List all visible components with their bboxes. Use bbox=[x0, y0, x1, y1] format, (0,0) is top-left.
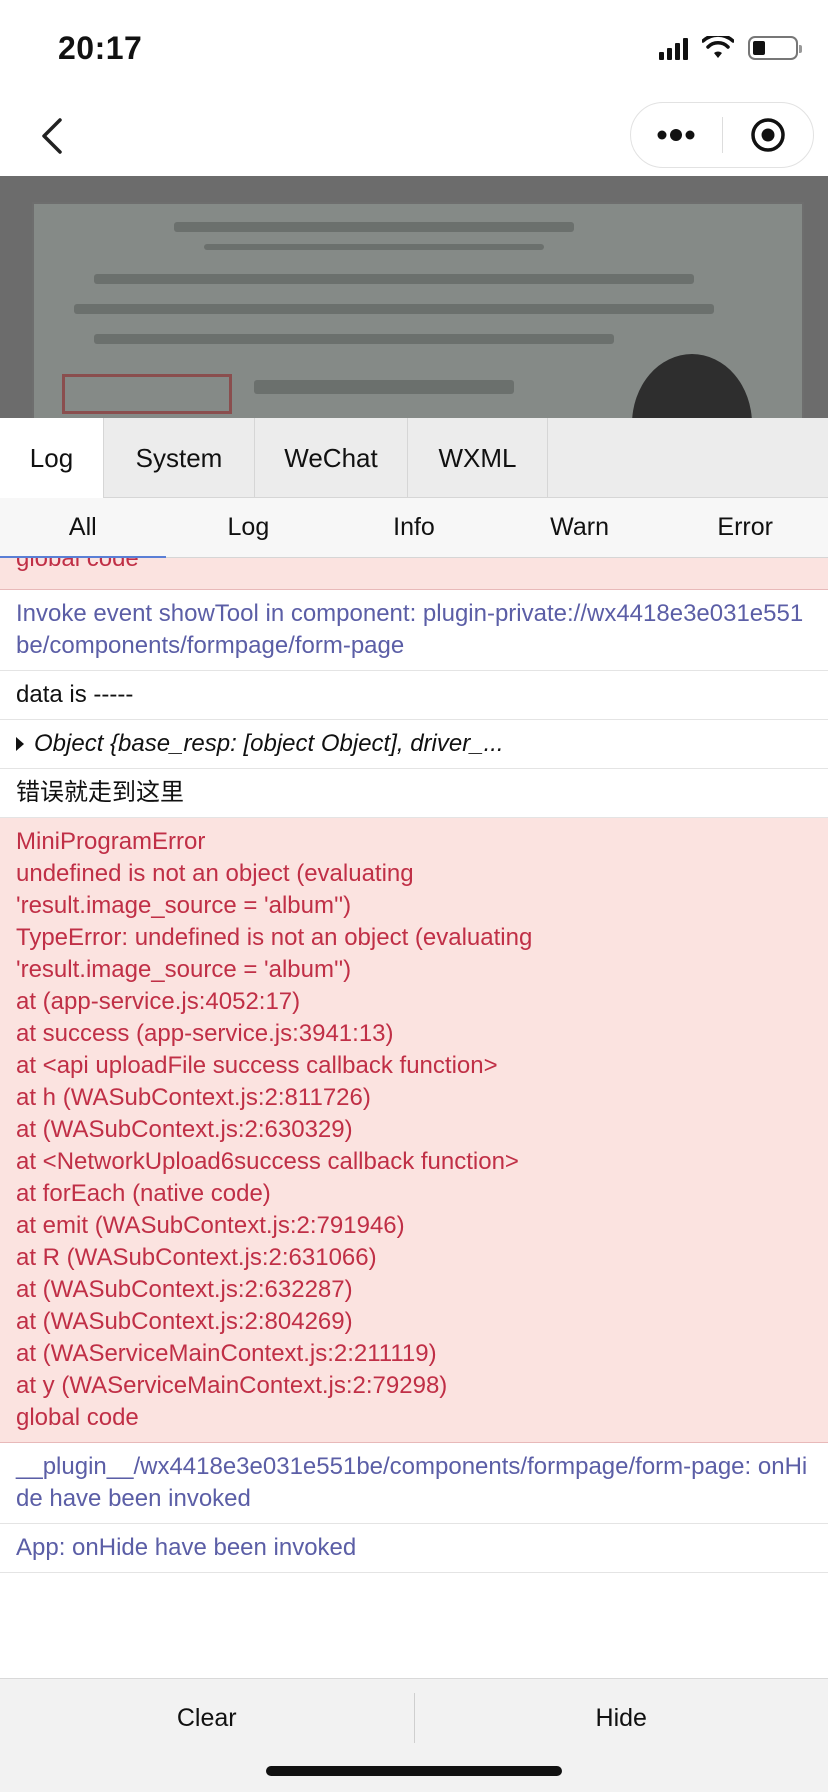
object-preview: Object {base_resp: [object Object], driv… bbox=[34, 730, 504, 757]
log-text: global code bbox=[16, 558, 139, 572]
error-line: at forEach (native code) bbox=[16, 1180, 271, 1207]
log-text: data is ----- bbox=[16, 681, 134, 708]
error-line: at y (WAServiceMainContext.js:2:79298) bbox=[16, 1372, 448, 1399]
error-line: at emit (WASubContext.js:2:791946) bbox=[16, 1212, 405, 1239]
target-circle-icon bbox=[751, 118, 785, 152]
log-entry-info: Invoke event showTool in component: plug… bbox=[0, 590, 828, 671]
wifi-icon bbox=[702, 36, 734, 58]
background-photo bbox=[0, 176, 828, 418]
status-time: 20:17 bbox=[58, 30, 143, 66]
error-line: at <NetworkUpload6success callback funct… bbox=[16, 1148, 519, 1175]
battery-icon bbox=[748, 36, 802, 60]
tab-wechat[interactable]: WeChat bbox=[255, 418, 408, 498]
filter-error[interactable]: Error bbox=[662, 498, 828, 557]
mini-program-capsule bbox=[630, 102, 814, 168]
back-button[interactable] bbox=[24, 108, 80, 164]
error-line: undefined is not an object (evaluating bbox=[16, 860, 414, 887]
error-line: at (WASubContext.js:2:632287) bbox=[16, 1276, 353, 1303]
tab-system[interactable]: System bbox=[104, 418, 255, 498]
close-mini-program-button[interactable] bbox=[723, 103, 814, 167]
error-line: at R (WASubContext.js:2:631066) bbox=[16, 1244, 377, 1271]
error-line: at h (WASubContext.js:2:811726) bbox=[16, 1084, 371, 1111]
home-indicator bbox=[266, 1766, 562, 1776]
error-line: at (WASubContext.js:2:804269) bbox=[16, 1308, 353, 1335]
error-line: at (WASubContext.js:2:630329) bbox=[16, 1116, 353, 1143]
log-text: __plugin__/wx4418e3e031e551be/components… bbox=[16, 1453, 808, 1512]
more-button[interactable] bbox=[631, 103, 722, 167]
error-line: 'result.image_source = 'album'') bbox=[16, 956, 352, 983]
filter-log[interactable]: Log bbox=[166, 498, 332, 557]
error-line: at success (app-service.js:3941:13) bbox=[16, 1020, 394, 1047]
error-line: MiniProgramError bbox=[16, 828, 206, 855]
more-dots-icon bbox=[657, 129, 695, 141]
filter-warn[interactable]: Warn bbox=[497, 498, 663, 557]
filter-all[interactable]: All bbox=[0, 498, 166, 558]
log-entry-error: MiniProgramError undefined is not an obj… bbox=[0, 818, 828, 1443]
log-text: 错误就走到这里 bbox=[16, 779, 184, 806]
expand-triangle-icon[interactable] bbox=[16, 737, 24, 751]
log-entry-info: __plugin__/wx4418e3e031e551be/components… bbox=[0, 1443, 828, 1524]
log-entry-log: 错误就走到这里 bbox=[0, 769, 828, 818]
log-level-filters: All Log Info Warn Error bbox=[0, 498, 828, 558]
log-entry-object[interactable]: Object {base_resp: [object Object], driv… bbox=[0, 720, 828, 769]
clear-button[interactable]: Clear bbox=[0, 1679, 414, 1757]
document-photo bbox=[32, 202, 804, 418]
error-line: global code bbox=[16, 1404, 139, 1431]
filter-info[interactable]: Info bbox=[331, 498, 497, 557]
nav-bar bbox=[0, 96, 828, 176]
error-line: 'result.image_source = 'album'') bbox=[16, 892, 352, 919]
log-entry-info: App: onHide have been invoked bbox=[0, 1524, 828, 1573]
log-list[interactable]: global code Invoke event showTool in com… bbox=[0, 558, 828, 1678]
hide-button[interactable]: Hide bbox=[415, 1679, 828, 1757]
chevron-left-icon bbox=[42, 118, 62, 154]
error-line: at (app-service.js:4052:17) bbox=[16, 988, 301, 1015]
status-bar: 20:17 bbox=[0, 0, 828, 96]
console-tabs: Log System WeChat WXML bbox=[0, 418, 828, 498]
error-line: at (WAServiceMainContext.js:2:211119) bbox=[16, 1340, 437, 1367]
error-line: at <api uploadFile success callback func… bbox=[16, 1052, 498, 1079]
log-entry-log: data is ----- bbox=[0, 671, 828, 720]
tab-wxml[interactable]: WXML bbox=[408, 418, 548, 498]
cellular-signal-icon bbox=[659, 36, 688, 60]
status-icons bbox=[659, 36, 802, 60]
log-text: App: onHide have been invoked bbox=[16, 1534, 357, 1561]
log-text: Invoke event showTool in component: plug… bbox=[16, 600, 804, 659]
error-line: TypeError: undefined is not an object (e… bbox=[16, 924, 533, 951]
tab-log[interactable]: Log bbox=[0, 418, 104, 498]
log-entry-error-partial: global code bbox=[0, 558, 828, 590]
